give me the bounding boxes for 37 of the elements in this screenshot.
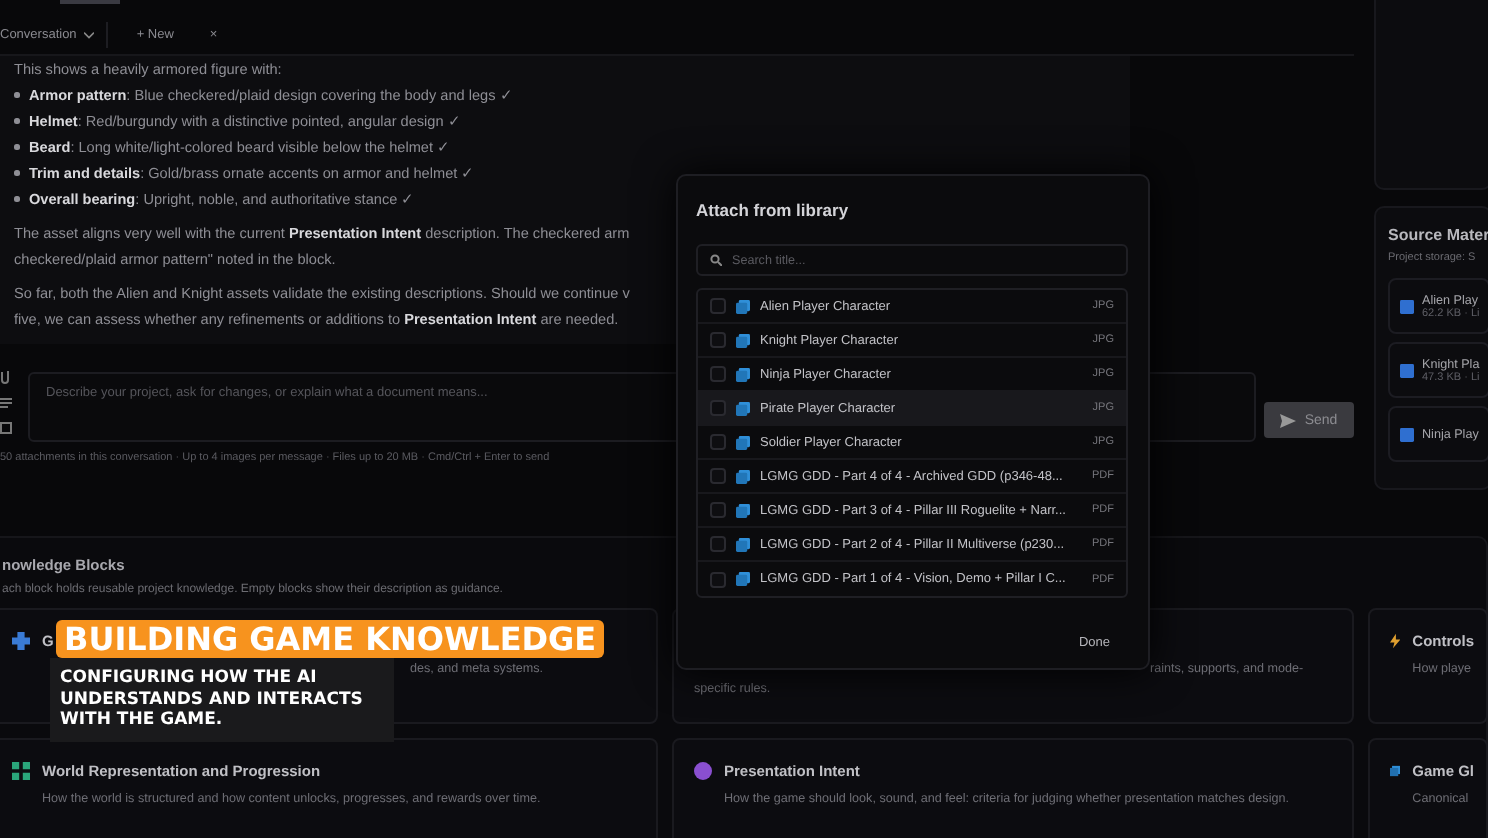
chevron-down-icon [84, 31, 95, 39]
grid-icon [12, 762, 30, 780]
checkbox[interactable] [710, 468, 726, 484]
document-icon [736, 469, 750, 483]
caption-subtitle: CONFIGURING HOW THE AI UNDERSTANDS AND INTERACTS WITH THE GAME. [50, 658, 394, 741]
document-icon [736, 299, 750, 313]
caption-title: BUILDING GAME KNOWLEDGE [56, 620, 605, 658]
document-icon [736, 401, 750, 415]
document-icon [736, 333, 750, 347]
dialog-title: Attach from library [696, 200, 851, 220]
image-icon [0, 422, 12, 434]
checkbox[interactable] [710, 400, 726, 416]
paperclip-icon [0, 368, 10, 384]
checkbox[interactable] [710, 434, 726, 450]
checkbox[interactable] [710, 366, 726, 382]
bullet-dot [14, 118, 19, 124]
search-icon [710, 254, 722, 266]
checkbox[interactable] [710, 332, 726, 348]
checkbox[interactable] [710, 298, 726, 314]
document-icon [736, 435, 750, 449]
image-icon [1400, 299, 1414, 313]
image-icon [1400, 427, 1414, 441]
document-icon [736, 367, 750, 381]
document-icon [736, 503, 750, 517]
document-icon [736, 537, 750, 551]
list-icon [0, 398, 12, 408]
send-icon [1280, 413, 1297, 427]
checkbox[interactable] [710, 571, 726, 587]
lightning-icon [1390, 632, 1401, 650]
bullet-dot [14, 196, 19, 202]
checkbox[interactable] [710, 536, 726, 552]
document-icon [736, 572, 750, 586]
bullet-dot [14, 144, 19, 150]
checkbox[interactable] [710, 502, 726, 518]
bullet-dot [14, 92, 19, 98]
image-icon [1400, 363, 1414, 377]
bullet-dot [14, 170, 19, 176]
